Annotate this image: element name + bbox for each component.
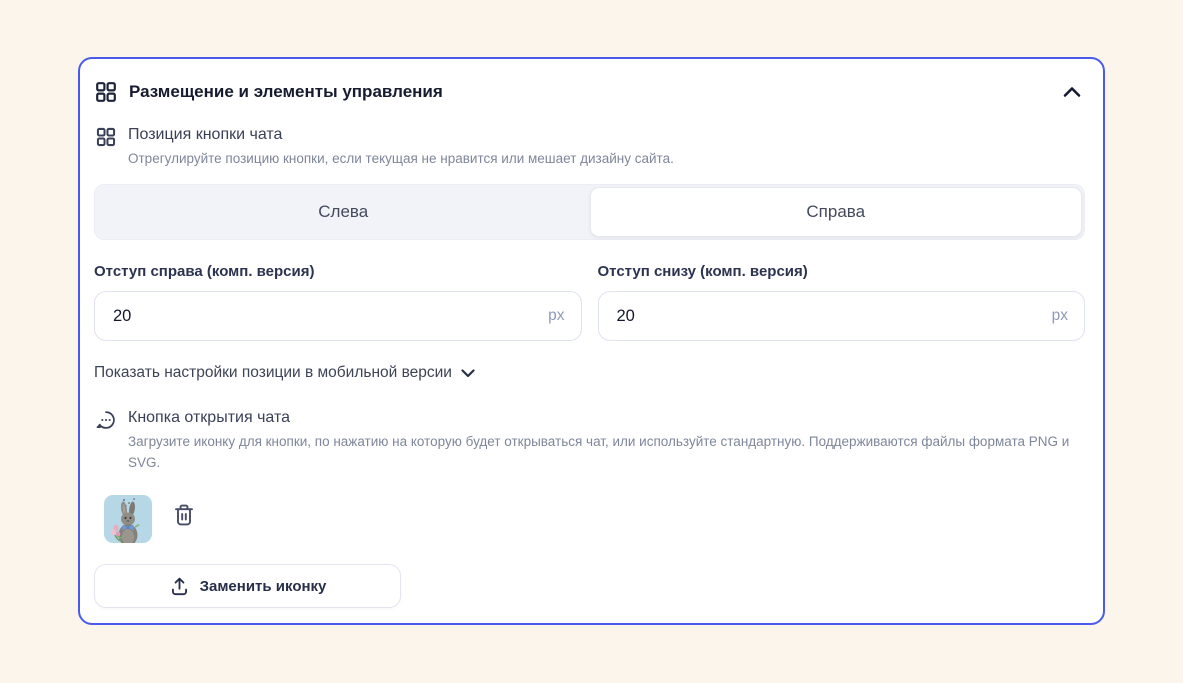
offset-right-label: Отступ справа (комп. версия) <box>94 263 582 280</box>
replace-icon-button[interactable]: Заменить иконку <box>94 564 401 608</box>
offset-right-unit: px <box>548 307 580 325</box>
chat-bubble-icon <box>95 409 117 431</box>
trash-icon <box>173 503 195 527</box>
delete-icon-button[interactable] <box>171 503 197 529</box>
chat-open-button-section: Кнопка открытия чата Загрузите иконку дл… <box>94 408 1085 473</box>
show-mobile-position-settings-toggle[interactable]: Показать настройки позиции в мобильной в… <box>94 364 475 382</box>
grid-icon <box>95 126 117 148</box>
chevron-down-icon <box>461 369 475 378</box>
offset-right-input[interactable] <box>95 307 548 326</box>
mobile-toggle-label: Показать настройки позиции в мобильной в… <box>94 364 452 382</box>
offset-bottom-input-wrap: px <box>598 291 1086 341</box>
offset-right-field: Отступ справа (комп. версия) px <box>94 263 582 341</box>
offset-bottom-input[interactable] <box>599 307 1052 326</box>
chat-position-section: Позиция кнопки чата Отрегулируйте позици… <box>94 125 1085 169</box>
position-section-title: Позиция кнопки чата <box>128 125 674 145</box>
offset-bottom-label: Отступ снизу (комп. версия) <box>598 263 1086 280</box>
upload-icon <box>169 576 190 597</box>
position-section-description: Отрегулируйте позицию кнопки, если текущ… <box>128 148 674 169</box>
grid-icon <box>94 80 118 104</box>
offset-bottom-unit: px <box>1052 307 1084 325</box>
segment-left[interactable]: Слева <box>97 187 590 237</box>
replace-button-label: Заменить иконку <box>200 578 327 595</box>
icon-section-description: Загрузите иконку для кнопки, по нажатию … <box>128 431 1085 473</box>
placement-settings-panel: Размещение и элементы управления Позиция… <box>78 57 1105 625</box>
panel-title: Размещение и элементы управления <box>129 82 1059 102</box>
segment-right[interactable]: Справа <box>590 187 1083 237</box>
uploaded-icon-row <box>104 495 1085 543</box>
chevron-up-icon <box>1063 86 1081 98</box>
offset-right-input-wrap: px <box>94 291 582 341</box>
page-background: { "colors": { "page_bg": "#FBF5EC", "acc… <box>0 0 1183 683</box>
uploaded-icon-thumbnail[interactable] <box>104 495 152 543</box>
offset-bottom-field: Отступ снизу (комп. версия) px <box>598 263 1086 341</box>
button-position-segmented-control: Слева Справа <box>94 184 1085 240</box>
collapse-panel-button[interactable] <box>1059 79 1085 105</box>
offset-fields-row: Отступ справа (комп. версия) px Отступ с… <box>94 263 1085 341</box>
icon-section-title: Кнопка открытия чата <box>128 408 1085 428</box>
panel-header: Размещение и элементы управления <box>94 79 1085 105</box>
